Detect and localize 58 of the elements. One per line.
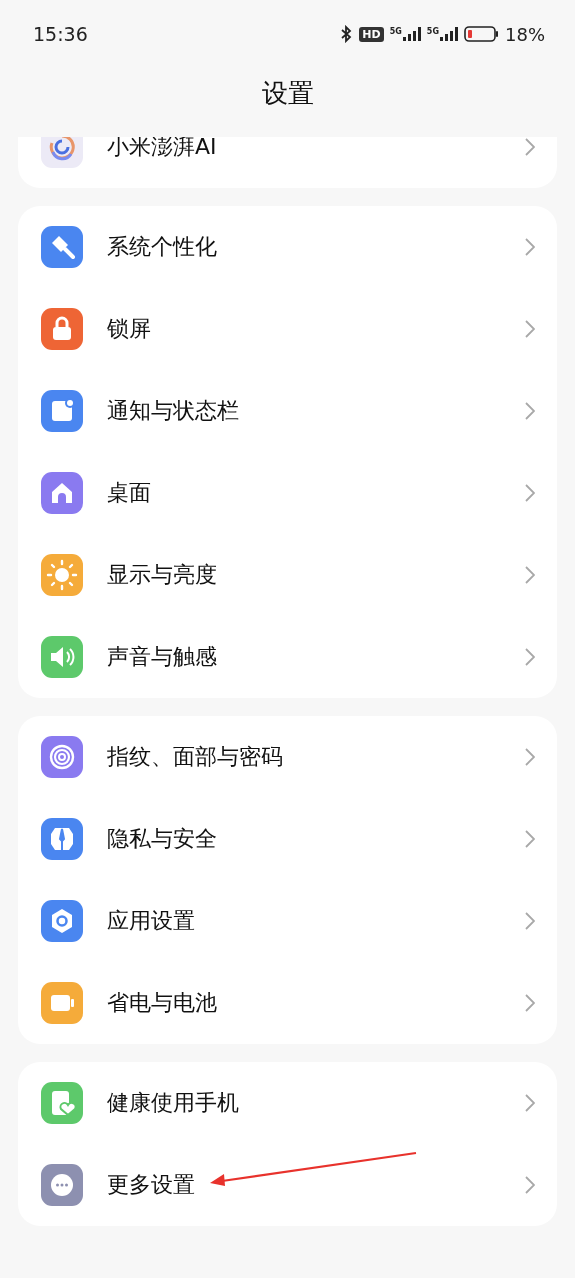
- chevron-icon: [525, 994, 535, 1012]
- settings-item[interactable]: 省电与电池: [18, 962, 557, 1044]
- item-label: 省电与电池: [107, 989, 218, 1017]
- hd-badge: HD: [359, 26, 384, 42]
- signal-icon: [402, 27, 421, 41]
- item-label: 桌面: [107, 479, 152, 507]
- notification-icon: [41, 390, 83, 432]
- item-label: 系统个性化: [107, 233, 218, 261]
- signal-icon: [440, 27, 458, 41]
- chevron-icon: [525, 484, 535, 502]
- status-time: 15:36: [33, 23, 88, 45]
- chevron-icon: [525, 320, 535, 338]
- fingerprint-icon: [41, 736, 83, 778]
- settings-item[interactable]: 隐私与安全: [18, 798, 557, 880]
- item-label: 指纹、面部与密码: [107, 743, 284, 771]
- item-label: 隐私与安全: [107, 825, 218, 853]
- chevron-icon: [525, 830, 535, 848]
- item-label: 通知与状态栏: [107, 397, 240, 425]
- shield-icon: [41, 818, 83, 860]
- settings-item[interactable]: 桌面: [18, 452, 557, 534]
- item-label: 声音与触感: [107, 643, 218, 671]
- chevron-icon: [525, 1094, 535, 1112]
- chevron-icon: [525, 1176, 535, 1194]
- chevron-icon: [525, 238, 535, 256]
- settings-item[interactable]: 声音与触感: [18, 616, 557, 698]
- settings-item[interactable]: 指纹、面部与密码: [18, 716, 557, 798]
- battery-icon: [41, 982, 83, 1024]
- brush-icon: [41, 226, 83, 268]
- settings-item[interactable]: 应用设置: [18, 880, 557, 962]
- item-label: 显示与亮度: [107, 561, 218, 589]
- chevron-icon: [525, 648, 535, 666]
- settings-item[interactable]: 通知与状态栏: [18, 370, 557, 452]
- sun-icon: [41, 554, 83, 596]
- settings-item[interactable]: 系统个性化: [18, 206, 557, 288]
- item-label: 健康使用手机: [107, 1089, 240, 1117]
- chevron-icon: [525, 912, 535, 930]
- home-icon: [41, 472, 83, 514]
- settings-item[interactable]: 显示与亮度: [18, 534, 557, 616]
- battery-percent: 18%: [505, 23, 545, 45]
- bluetooth-icon: [339, 25, 354, 43]
- battery-status-icon: [464, 26, 499, 42]
- network-label: 5G: [389, 27, 402, 36]
- item-label: 更多设置: [107, 1171, 196, 1199]
- chevron-icon: [525, 748, 535, 766]
- item-label: 锁屏: [107, 315, 152, 343]
- network-label: 5G: [426, 27, 439, 36]
- settings-item[interactable]: 健康使用手机: [18, 1062, 557, 1144]
- chevron-icon: [525, 566, 535, 584]
- settings-item[interactable]: 更多设置: [18, 1144, 557, 1226]
- chevron-icon: [525, 402, 535, 420]
- item-label: 应用设置: [107, 907, 196, 935]
- page-title: 设置: [261, 77, 314, 110]
- settings-item[interactable]: 锁屏: [18, 288, 557, 370]
- swirl-icon: [41, 137, 83, 168]
- chevron-icon: [525, 138, 535, 156]
- speaker-icon: [41, 636, 83, 678]
- lock-icon: [41, 308, 83, 350]
- more-icon: [41, 1164, 83, 1206]
